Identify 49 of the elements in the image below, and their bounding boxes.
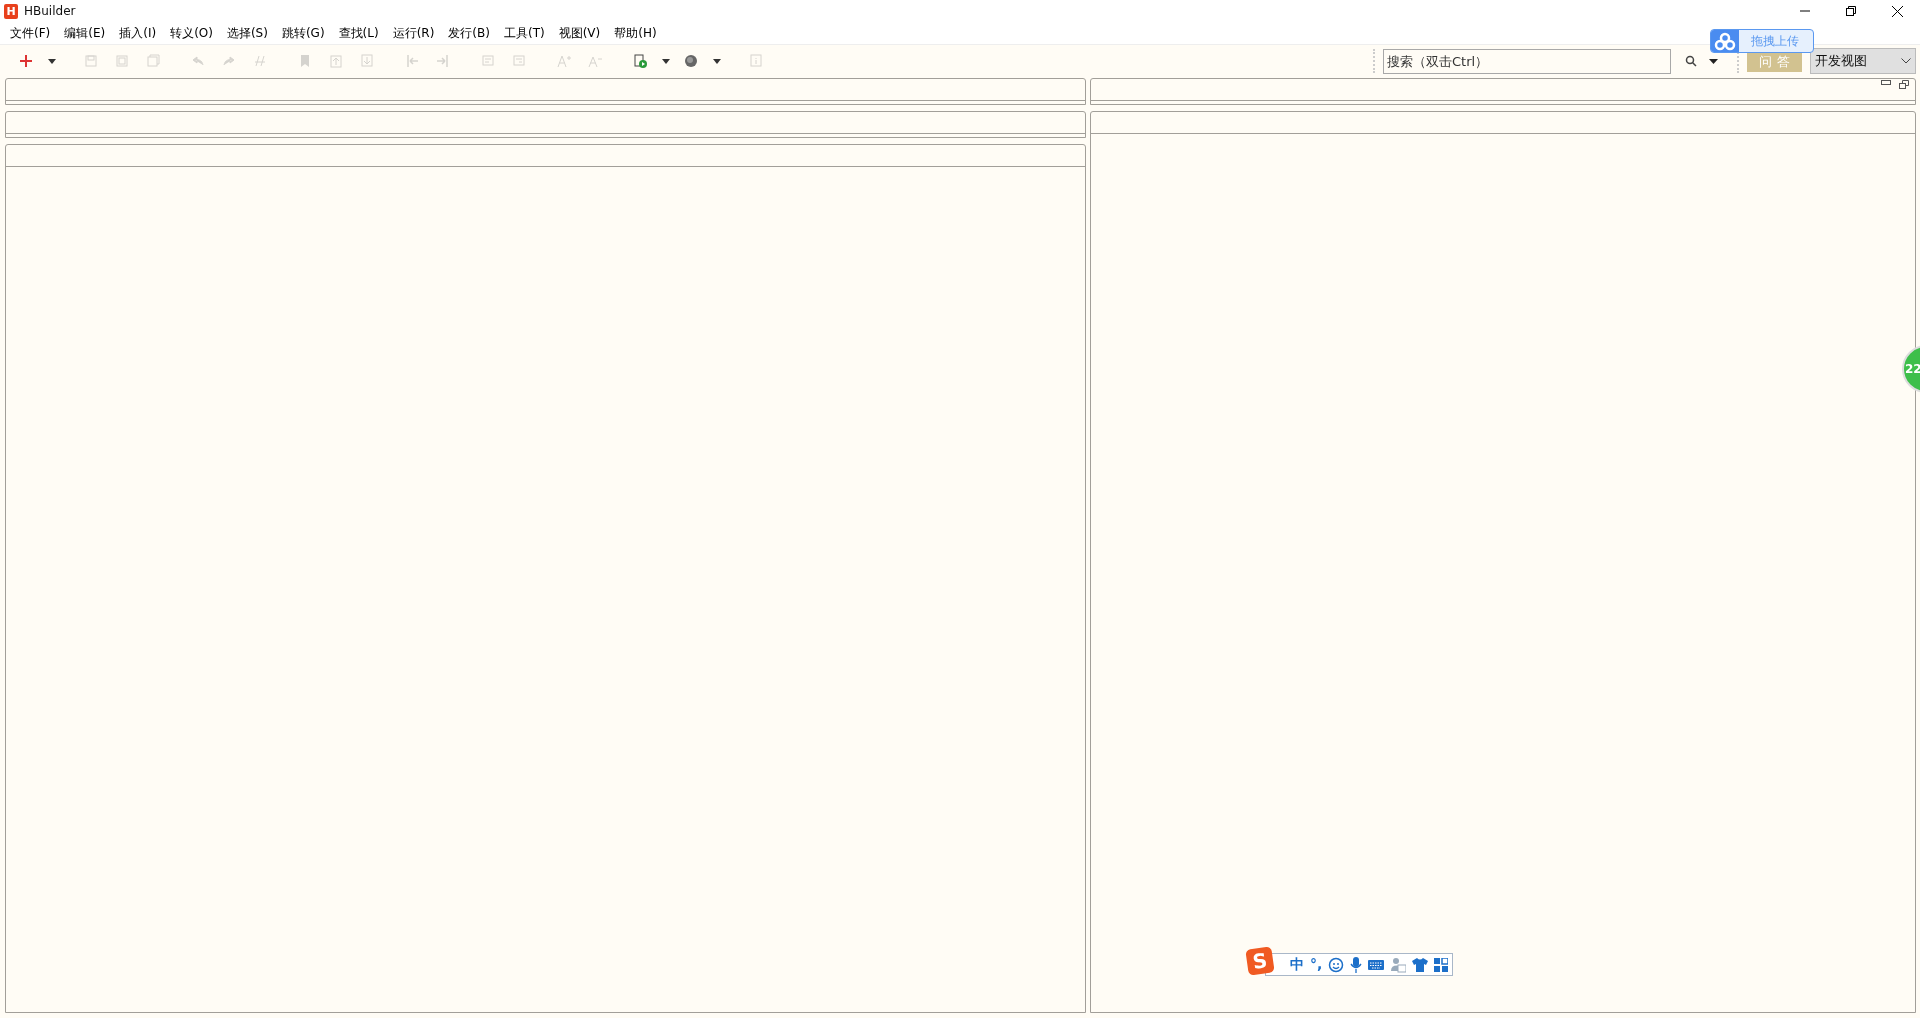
chevron-down-icon: [1901, 58, 1911, 64]
minimize-icon: [1881, 80, 1891, 86]
caret-icon: [1708, 58, 1718, 64]
info-icon: [748, 53, 764, 69]
caret-icon: [48, 58, 56, 64]
window-title: HBuilder: [24, 3, 77, 20]
menu-item[interactable]: 发行(B): [441, 24, 497, 42]
save-all-icon: [114, 53, 130, 69]
restore-icon: [1899, 80, 1909, 89]
menu-item[interactable]: 插入(I): [112, 24, 164, 42]
menu-item[interactable]: 运行(R): [385, 24, 442, 42]
caret-icon: [662, 58, 670, 64]
punctuation-toggle[interactable]: °,: [1310, 954, 1323, 975]
menu-item[interactable]: 跳转(G): [274, 24, 332, 42]
menu-item[interactable]: 选择(S): [219, 24, 275, 42]
menu-item[interactable]: 文件(F): [3, 24, 58, 42]
menu-item[interactable]: 编辑(E): [57, 24, 113, 42]
microphone-icon[interactable]: [1350, 956, 1363, 973]
menu-item[interactable]: 视图(V): [551, 24, 608, 42]
menu-item[interactable]: 帮助(H): [607, 24, 664, 42]
grid-icon[interactable]: [1434, 957, 1449, 972]
uncomment-icon: [511, 53, 527, 69]
close-icon: [1891, 5, 1903, 17]
font-increase-icon: [556, 53, 572, 69]
upload-label: 拖拽上传: [1750, 33, 1799, 50]
run-icon: [632, 53, 648, 69]
align-left-icon: [404, 53, 420, 69]
view-select[interactable]: 开发视图: [1810, 48, 1916, 74]
comment-icon: [480, 53, 496, 69]
search-icon: [1685, 55, 1697, 67]
app-logo: H: [4, 3, 18, 19]
menu-item[interactable]: 工具(T): [496, 24, 552, 42]
shirt-icon[interactable]: [1412, 957, 1429, 972]
input-mode-toggle[interactable]: 中: [1290, 954, 1304, 975]
user-card-icon[interactable]: [1390, 956, 1407, 973]
plus-icon: [18, 53, 34, 69]
keyboard-icon[interactable]: [1368, 958, 1385, 971]
caret-icon: [713, 58, 721, 64]
menu-item[interactable]: 查找(L): [331, 24, 386, 42]
documents-icon: [145, 53, 161, 69]
smiley-icon[interactable]: [1328, 956, 1345, 973]
save-icon: [83, 53, 99, 69]
format-icon: [252, 53, 268, 69]
restore-icon: [1846, 6, 1856, 16]
menu-item[interactable]: 转义(O): [163, 24, 220, 42]
page-up-icon: [328, 53, 344, 69]
page-down-icon: [359, 53, 375, 69]
align-right-icon: [435, 53, 451, 69]
search-field[interactable]: 搜索（双击Ctrl）: [1383, 48, 1671, 74]
